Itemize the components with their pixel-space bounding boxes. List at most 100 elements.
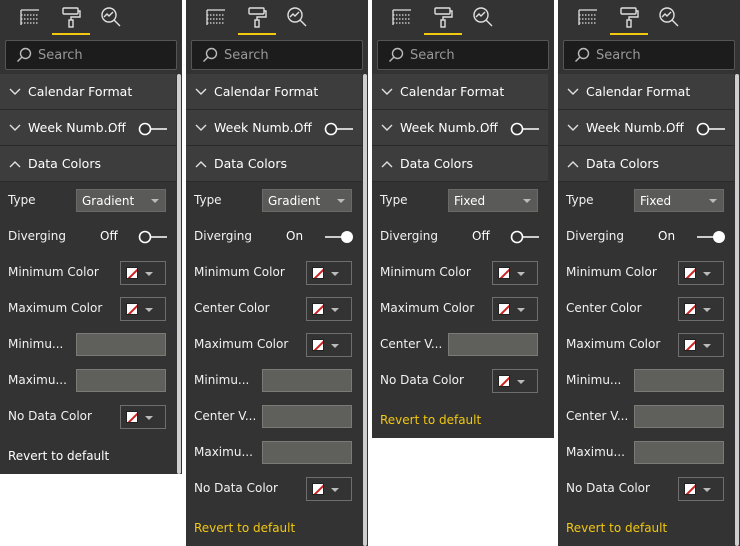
diverging-toggle[interactable]	[138, 230, 168, 244]
type-label: Type	[194, 193, 222, 207]
fields-tab[interactable]	[205, 6, 227, 28]
color-picker[interactable]	[120, 261, 166, 285]
fields-tab[interactable]	[577, 6, 599, 28]
week-numbers-section[interactable]: Week Numb... Off	[186, 110, 362, 146]
maximum-value-input[interactable]	[634, 441, 724, 464]
minimum-value-input[interactable]	[76, 333, 166, 356]
week-numbers-toggle[interactable]	[696, 122, 726, 136]
color-swatch-icon	[684, 339, 696, 351]
diverging-toggle[interactable]	[510, 230, 540, 244]
type-dropdown[interactable]: Fixed	[634, 189, 724, 212]
color-picker[interactable]	[678, 297, 724, 321]
active-tab-indicator	[424, 33, 462, 35]
search-input[interactable]: Search	[377, 40, 549, 70]
toggle-off-icon	[324, 122, 353, 136]
type-value: Gradient	[268, 193, 321, 208]
calendar-format-section[interactable]: Calendar Format	[0, 74, 176, 110]
format-tab[interactable]	[246, 6, 268, 28]
minimum-value-row: Minimu...	[0, 326, 176, 362]
search-icon	[17, 47, 32, 62]
color-picker[interactable]	[120, 297, 166, 321]
format-tab[interactable]	[60, 6, 82, 28]
type-dropdown[interactable]: Gradient	[262, 189, 352, 212]
toggle-state: Off	[666, 121, 684, 135]
color-picker[interactable]	[306, 261, 352, 285]
type-dropdown[interactable]: Gradient	[76, 189, 166, 212]
search-input[interactable]: Search	[563, 40, 735, 70]
color-swatch-icon	[312, 483, 324, 495]
color-picker[interactable]	[492, 297, 538, 321]
color-picker[interactable]	[492, 261, 538, 285]
dropdown-arrow-icon	[151, 199, 159, 203]
search-input[interactable]: Search	[5, 40, 177, 70]
row-label: Maximu...	[566, 445, 625, 459]
minimum-value-input[interactable]	[634, 369, 724, 392]
data-colors-section[interactable]: Data Colors	[186, 146, 362, 182]
minimum-value-input[interactable]	[262, 369, 352, 392]
analytics-tab[interactable]	[472, 6, 494, 28]
row-label: Minimu...	[8, 337, 64, 351]
chevron-down-icon	[567, 124, 579, 131]
dropdown-arrow-icon	[331, 308, 339, 312]
data-colors-section[interactable]: Data Colors	[0, 146, 176, 182]
maximum-value-input[interactable]	[76, 369, 166, 392]
diverging-toggle[interactable]	[324, 230, 354, 244]
format-tab[interactable]	[432, 6, 454, 28]
week-numbers-section[interactable]: Week Numb... Off	[372, 110, 548, 146]
format-tab[interactable]	[618, 6, 640, 28]
minimum-color-row: Minimum Color	[372, 254, 548, 290]
analytics-tab[interactable]	[100, 6, 122, 28]
maximum-color-row: Maximum Color	[0, 290, 176, 326]
revert-to-default-link[interactable]: Revert to default	[558, 510, 734, 546]
revert-to-default-link[interactable]: Revert to default	[372, 402, 548, 438]
dropdown-arrow-icon	[517, 380, 525, 384]
color-picker[interactable]	[678, 261, 724, 285]
week-numbers-section[interactable]: Week Numb... Off	[558, 110, 734, 146]
color-picker[interactable]	[306, 477, 352, 501]
data-colors-section[interactable]: Data Colors	[558, 146, 734, 182]
calendar-format-section[interactable]: Calendar Format	[186, 74, 362, 110]
scrollbar[interactable]	[177, 74, 181, 474]
week-numbers-toggle[interactable]	[510, 122, 540, 136]
color-picker[interactable]	[306, 297, 352, 321]
chevron-down-icon	[567, 88, 579, 95]
dropdown-arrow-icon	[145, 272, 153, 276]
color-picker[interactable]	[678, 477, 724, 501]
color-picker[interactable]	[492, 369, 538, 393]
type-label: Type	[8, 193, 36, 207]
color-picker[interactable]	[678, 333, 724, 357]
dropdown-arrow-icon	[703, 488, 711, 492]
diverging-label: Diverging	[194, 229, 252, 243]
type-dropdown[interactable]: Fixed	[448, 189, 538, 212]
section-title: Data Colors	[214, 156, 287, 171]
toggle-state: Off	[480, 121, 498, 135]
diverging-toggle[interactable]	[696, 230, 726, 244]
scrollbar[interactable]	[363, 74, 367, 546]
center-value-input[interactable]	[448, 333, 538, 356]
toggle-on-icon	[325, 231, 353, 243]
week-numbers-section[interactable]: Week Numb... Off	[0, 110, 176, 146]
calendar-format-section[interactable]: Calendar Format	[558, 74, 734, 110]
maximum-value-input[interactable]	[262, 441, 352, 464]
week-numbers-toggle[interactable]	[138, 122, 168, 136]
scrollbar[interactable]	[735, 74, 739, 546]
fields-tab[interactable]	[391, 6, 413, 28]
toggle-state: On	[286, 229, 304, 243]
analytics-tab[interactable]	[286, 6, 308, 28]
center-value-input[interactable]	[634, 405, 724, 428]
center-value-input[interactable]	[262, 405, 352, 428]
week-numbers-toggle[interactable]	[324, 122, 354, 136]
calendar-format-section[interactable]: Calendar Format	[372, 74, 548, 110]
format-panel-2: Search Calendar Format Week Numb... Off …	[186, 0, 368, 546]
revert-to-default-link[interactable]: Revert to default	[0, 438, 176, 474]
chevron-up-icon	[381, 160, 393, 167]
color-picker[interactable]	[306, 333, 352, 357]
fields-tab[interactable]	[19, 6, 41, 28]
search-input[interactable]: Search	[191, 40, 363, 70]
data-colors-section[interactable]: Data Colors	[372, 146, 548, 182]
revert-to-default-link[interactable]: Revert to default	[186, 510, 362, 546]
row-label: No Data Color	[194, 481, 278, 495]
analytics-tab[interactable]	[658, 6, 680, 28]
color-picker[interactable]	[120, 405, 166, 429]
search-icon	[203, 47, 218, 62]
